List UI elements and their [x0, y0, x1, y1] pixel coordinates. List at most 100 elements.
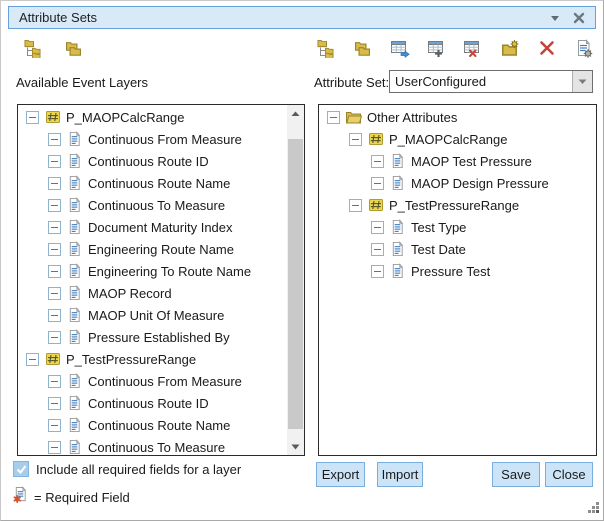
attribute-set-panel: Other Attributes P_MAOPCalcRangeMAOP Test… — [318, 104, 597, 456]
tree-folders-icon[interactable] — [21, 37, 45, 59]
scrollbar-thumb[interactable] — [288, 139, 303, 429]
collapse-minus-icon[interactable] — [349, 133, 362, 146]
collapse-minus-icon[interactable] — [371, 243, 384, 256]
field-icon — [66, 175, 83, 192]
tree-item[interactable]: Continuous From Measure — [18, 370, 287, 392]
tree-item[interactable]: P_TestPressureRange — [319, 194, 596, 216]
collapse-minus-icon[interactable] — [371, 221, 384, 234]
include-required-fields-checkbox[interactable] — [13, 461, 29, 477]
field-icon — [66, 439, 83, 456]
import-button[interactable]: Import — [377, 462, 423, 487]
collapse-minus-icon[interactable] — [48, 331, 61, 344]
table-add-icon[interactable] — [425, 37, 449, 59]
page-gear-icon[interactable] — [572, 37, 596, 59]
tree-item[interactable]: Continuous From Measure — [18, 128, 287, 150]
available-layers-panel: P_MAOPCalcRange Continuous From Measure Co… — [17, 104, 305, 456]
collapse-minus-icon[interactable] — [48, 177, 61, 190]
tree-item-label: Pressure Established By — [88, 330, 230, 345]
tree-item[interactable]: Continuous Route Name — [18, 172, 287, 194]
tree-item-label: Test Date — [411, 242, 466, 257]
field-icon — [66, 241, 83, 258]
window-title: Attribute Sets — [9, 10, 547, 25]
export-button[interactable]: Export — [316, 462, 365, 487]
tree-item-label: Continuous From Measure — [88, 132, 242, 147]
tree-item[interactable]: Continuous To Measure — [18, 436, 287, 456]
tree-item[interactable]: Continuous Route ID — [18, 150, 287, 172]
collapse-minus-icon[interactable] — [48, 287, 61, 300]
chevron-down-icon[interactable] — [572, 71, 592, 92]
toolbar-right — [314, 37, 596, 59]
collapse-minus-icon[interactable] — [48, 133, 61, 146]
tree-item[interactable]: P_MAOPCalcRange — [18, 106, 287, 128]
scroll-up-icon[interactable] — [287, 105, 304, 122]
delete-icon[interactable] — [535, 37, 559, 59]
collapse-minus-icon[interactable] — [48, 309, 61, 322]
table-remove-icon[interactable] — [461, 37, 485, 59]
collapse-minus-icon[interactable] — [26, 353, 39, 366]
collapse-minus-icon[interactable] — [48, 375, 61, 388]
field-icon — [389, 241, 406, 258]
toolbar-left — [21, 37, 85, 59]
scroll-down-icon[interactable] — [287, 438, 304, 455]
tree-item[interactable]: Other Attributes — [319, 106, 596, 128]
close-button[interactable]: Close — [545, 462, 593, 487]
tree-item[interactable]: Continuous Route Name — [18, 414, 287, 436]
resize-grip-icon[interactable] — [587, 502, 599, 514]
tree-item[interactable]: P_MAOPCalcRange — [319, 128, 596, 150]
collapse-minus-icon[interactable] — [371, 265, 384, 278]
collapse-minus-icon[interactable] — [48, 221, 61, 234]
field-icon — [66, 329, 83, 346]
tree-item[interactable]: Test Type — [319, 216, 596, 238]
tree-item-label: Document Maturity Index — [88, 220, 233, 235]
tree-item[interactable]: MAOP Test Pressure — [319, 150, 596, 172]
tree-item[interactable]: Pressure Test — [319, 260, 596, 282]
required-field-legend: = Required Field — [34, 490, 130, 505]
attribute-set-label: Attribute Set: — [314, 75, 389, 90]
collapse-minus-icon[interactable] — [48, 155, 61, 168]
save-button[interactable]: Save — [492, 462, 540, 487]
tree-item[interactable]: P_TestPressureRange — [18, 348, 287, 370]
collapse-icon[interactable] — [547, 10, 563, 26]
tree-item[interactable]: MAOP Record — [18, 282, 287, 304]
collapse-minus-icon[interactable] — [48, 243, 61, 256]
open-folders-icon[interactable] — [351, 37, 375, 59]
attribute-set-dropdown[interactable]: UserConfigured — [389, 70, 593, 93]
tree-item-label: Continuous From Measure — [88, 374, 242, 389]
collapse-minus-icon[interactable] — [48, 199, 61, 212]
field-icon — [389, 175, 406, 192]
collapse-minus-icon[interactable] — [48, 265, 61, 278]
tree-item[interactable]: Engineering To Route Name — [18, 260, 287, 282]
tree-item[interactable]: MAOP Design Pressure — [319, 172, 596, 194]
collapse-minus-icon[interactable] — [48, 441, 61, 454]
collapse-minus-icon[interactable] — [48, 419, 61, 432]
table-export-icon[interactable] — [388, 37, 412, 59]
tree-item[interactable]: Test Date — [319, 238, 596, 260]
field-icon — [66, 417, 83, 434]
collapse-minus-icon[interactable] — [349, 199, 362, 212]
tree-folders-icon[interactable] — [314, 37, 338, 59]
folder-gear-icon[interactable] — [498, 37, 522, 59]
tree-item-label: Continuous Route ID — [88, 154, 209, 169]
open-folders-icon[interactable] — [61, 37, 85, 59]
tree-item[interactable]: Continuous Route ID — [18, 392, 287, 414]
collapse-minus-icon[interactable] — [371, 155, 384, 168]
collapse-minus-icon[interactable] — [26, 111, 39, 124]
tree-item-label: Continuous To Measure — [88, 440, 225, 455]
field-icon — [389, 153, 406, 170]
collapse-minus-icon[interactable] — [327, 111, 340, 124]
tree-item[interactable]: MAOP Unit Of Measure — [18, 304, 287, 326]
left-panel-scrollbar[interactable] — [287, 105, 304, 455]
tree-item-label: Continuous Route ID — [88, 396, 209, 411]
tree-item[interactable]: Document Maturity Index — [18, 216, 287, 238]
available-event-layers-label: Available Event Layers — [16, 75, 148, 90]
collapse-minus-icon[interactable] — [48, 397, 61, 410]
tree-item-label: Other Attributes — [367, 110, 457, 125]
close-icon[interactable] — [571, 10, 587, 26]
tree-item[interactable]: Continuous To Measure — [18, 194, 287, 216]
tree-item[interactable]: Engineering Route Name — [18, 238, 287, 260]
field-icon — [66, 263, 83, 280]
tree-item-label: MAOP Record — [88, 286, 172, 301]
tree-item[interactable]: Pressure Established By — [18, 326, 287, 348]
collapse-minus-icon[interactable] — [371, 177, 384, 190]
tree-item-label: Continuous To Measure — [88, 198, 225, 213]
